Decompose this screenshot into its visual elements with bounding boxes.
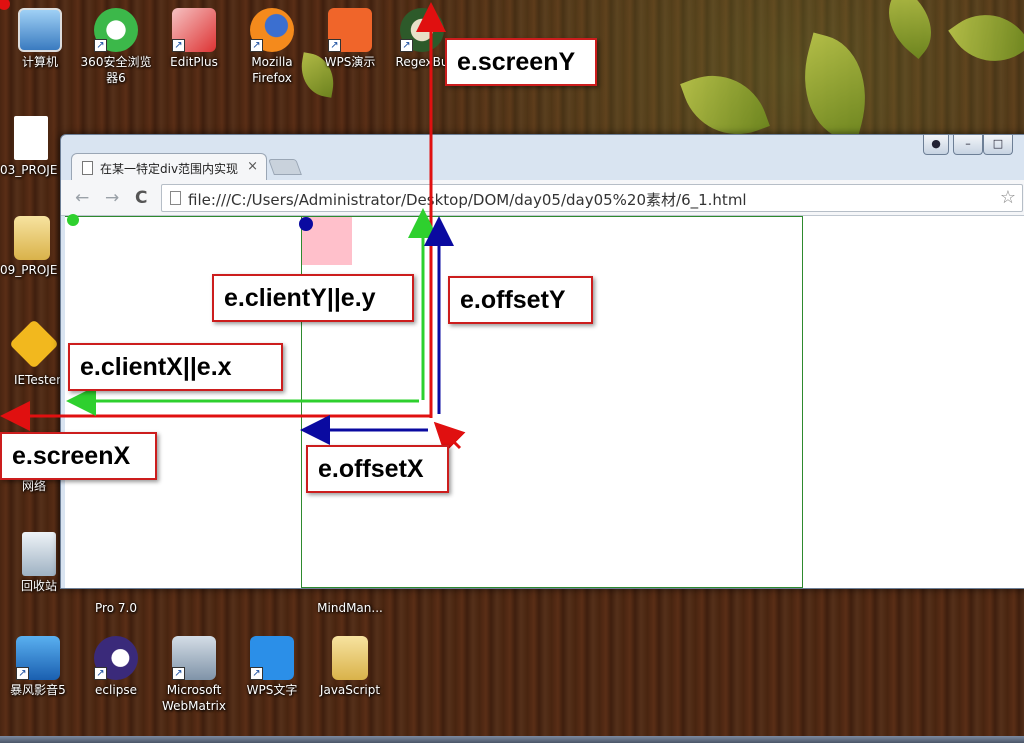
label-client-y: e.clientY||e.y: [212, 274, 414, 322]
taskbar: [0, 736, 1024, 743]
screen-origin-dot: [0, 0, 10, 10]
label-offset-y: e.offsetY: [448, 276, 593, 324]
offset-origin-dot: [299, 217, 313, 231]
label-client-x: e.clientX||e.x: [68, 343, 283, 391]
label-screen-x: e.screenX: [0, 432, 157, 480]
label-screen-y: e.screenY: [445, 38, 597, 86]
label-offset-x: e.offsetX: [306, 445, 449, 493]
client-origin-dot: [67, 214, 79, 226]
